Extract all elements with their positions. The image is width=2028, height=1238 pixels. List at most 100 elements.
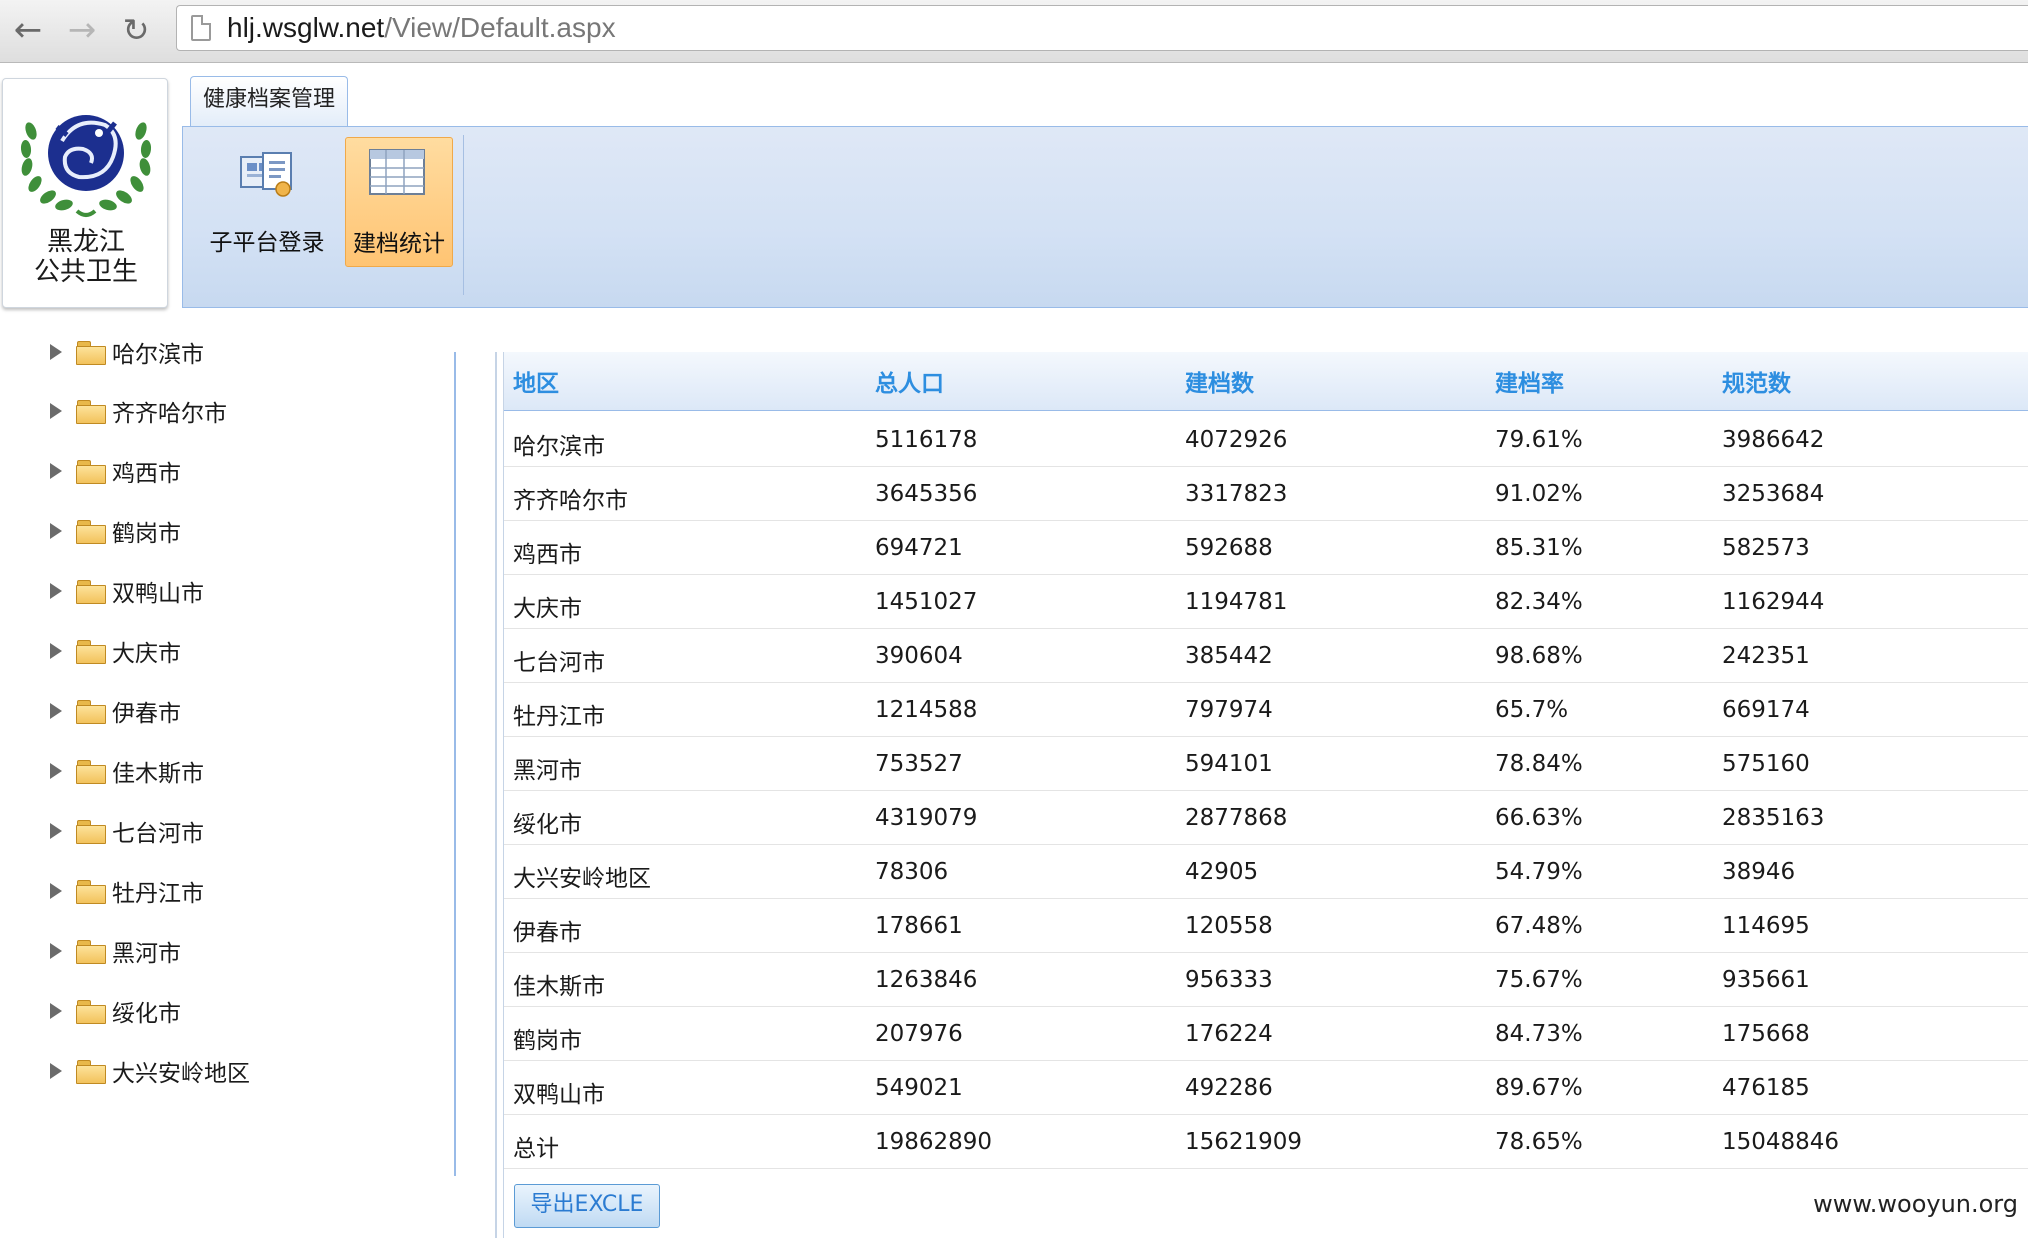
table-row[interactable]: 鹤岗市 207976 176224 84.73% 175668 (504, 1007, 2028, 1061)
cell-standard: 575160 (1722, 751, 1810, 777)
folder-icon (76, 580, 106, 604)
table-row[interactable]: 哈尔滨市 5116178 4072926 79.61% 3986642 (504, 413, 2028, 467)
region-tree: 哈尔滨市 齐齐哈尔市 鸡西市 鹤岗市 双鸭山市 大庆市 伊春市 佳木斯市 七台河 (0, 340, 454, 1180)
tree-item-label: 齐齐哈尔市 (112, 401, 227, 427)
expand-arrow-icon[interactable] (50, 1003, 62, 1019)
tab-label: 健康档案管理 (202, 87, 335, 112)
table-row[interactable]: 大庆市 1451027 1194781 82.34% 1162944 (504, 575, 2028, 629)
cell-standard: 15048846 (1722, 1129, 1840, 1155)
folder-icon (76, 341, 106, 365)
export-excel-button[interactable]: 导出EXCLE (514, 1184, 660, 1228)
expand-arrow-icon[interactable] (50, 823, 62, 839)
folder-icon (76, 400, 106, 424)
table-row[interactable]: 大兴安岭地区 78306 42905 54.79% 38946 (504, 845, 2028, 899)
expand-arrow-icon[interactable] (50, 583, 62, 599)
table-row[interactable]: 伊春市 178661 120558 67.48% 114695 (504, 899, 2028, 953)
cell-rate: 78.84% (1495, 751, 1583, 777)
table-row[interactable]: 鸡西市 694721 592688 85.31% 582573 (504, 521, 2028, 575)
tree-item-label: 佳木斯市 (112, 761, 204, 787)
back-arrow-icon[interactable]: ← (4, 6, 52, 54)
cell-region: 双鸭山市 (513, 1082, 605, 1108)
cell-rate: 54.79% (1495, 859, 1583, 885)
cell-records: 4072926 (1185, 427, 1288, 453)
expand-arrow-icon[interactable] (50, 883, 62, 899)
tree-item[interactable]: 七台河市 (50, 811, 204, 851)
expand-arrow-icon[interactable] (50, 523, 62, 539)
tree-item[interactable]: 佳木斯市 (50, 751, 204, 791)
tree-item[interactable]: 大庆市 (50, 631, 181, 671)
cell-rate: 78.65% (1495, 1129, 1583, 1155)
expand-arrow-icon[interactable] (50, 463, 62, 479)
expand-arrow-icon[interactable] (50, 703, 62, 719)
tree-item[interactable]: 牡丹江市 (50, 871, 204, 911)
cell-rate: 89.67% (1495, 1075, 1583, 1101)
tree-item-label: 大庆市 (112, 641, 181, 667)
cell-population: 178661 (875, 913, 963, 939)
tree-item[interactable]: 齐齐哈尔市 (50, 391, 227, 431)
cell-population: 4319079 (875, 805, 978, 831)
table-row[interactable]: 绥化市 4319079 2877868 66.63% 2835163 (504, 791, 2028, 845)
sub-platform-login-button[interactable]: 子平台登录 (210, 137, 325, 267)
browser-toolbar: ← → ↻ hlj.wsglw.net/View/Default.aspx (0, 0, 2028, 63)
cell-standard: 175668 (1722, 1021, 1810, 1047)
table-row[interactable]: 齐齐哈尔市 3645356 3317823 91.02% 3253684 (504, 467, 2028, 521)
statistics-button[interactable]: 建档统计 (345, 137, 453, 267)
cell-population: 549021 (875, 1075, 963, 1101)
tree-item[interactable]: 鸡西市 (50, 451, 181, 491)
splitter[interactable] (454, 352, 456, 1176)
tree-item-label: 鸡西市 (112, 461, 181, 487)
tree-item[interactable]: 双鸭山市 (50, 571, 204, 611)
expand-arrow-icon[interactable] (50, 1063, 62, 1079)
folder-icon (76, 880, 106, 904)
tree-item-label: 黑河市 (112, 941, 181, 967)
tree-item[interactable]: 伊春市 (50, 691, 181, 731)
column-header-population[interactable]: 总人口 (875, 364, 944, 398)
cell-standard: 935661 (1722, 967, 1810, 993)
forward-arrow-icon[interactable]: → (58, 6, 106, 54)
expand-arrow-icon[interactable] (50, 643, 62, 659)
expand-arrow-icon[interactable] (50, 943, 62, 959)
expand-arrow-icon[interactable] (50, 344, 62, 360)
cell-rate: 75.67% (1495, 967, 1583, 993)
url-text[interactable]: hlj.wsglw.net/View/Default.aspx (227, 12, 616, 44)
expand-arrow-icon[interactable] (50, 763, 62, 779)
tree-item[interactable]: 黑河市 (50, 931, 181, 971)
app-logo[interactable]: 黑龙江 公共卫生 (2, 78, 168, 308)
cell-population: 1451027 (875, 589, 978, 615)
cell-records: 15621909 (1185, 1129, 1303, 1155)
address-bar[interactable]: hlj.wsglw.net/View/Default.aspx (176, 5, 2028, 51)
cell-region: 大庆市 (513, 596, 582, 622)
dragon-emblem-icon (20, 115, 152, 217)
expand-arrow-icon[interactable] (50, 403, 62, 419)
tree-item[interactable]: 绥化市 (50, 991, 181, 1031)
tree-item-label: 伊春市 (112, 701, 181, 727)
reload-icon[interactable]: ↻ (112, 6, 160, 54)
cell-rate: 79.61% (1495, 427, 1583, 453)
cell-rate: 67.48% (1495, 913, 1583, 939)
tree-item[interactable]: 大兴安岭地区 (50, 1051, 250, 1091)
cell-population: 753527 (875, 751, 963, 777)
tab-health-records[interactable]: 健康档案管理 (190, 76, 348, 126)
sub-platform-login-label: 子平台登录 (209, 230, 325, 256)
column-header-region[interactable]: 地区 (513, 364, 559, 398)
statistics-label: 建档统计 (353, 231, 445, 257)
cell-standard: 38946 (1722, 859, 1796, 885)
column-header-records[interactable]: 建档数 (1185, 364, 1254, 398)
grid-border (495, 352, 497, 1238)
tree-item[interactable]: 哈尔滨市 (50, 340, 204, 372)
cell-rate: 66.63% (1495, 805, 1583, 831)
table-row[interactable]: 佳木斯市 1263846 956333 75.67% 935661 (504, 953, 2028, 1007)
table-row-total[interactable]: 总计 19862890 15621909 78.65% 15048846 (504, 1115, 2028, 1169)
cell-region: 总计 (513, 1136, 559, 1162)
folder-icon (76, 520, 106, 544)
cell-records: 42905 (1185, 859, 1259, 885)
table-row[interactable]: 黑河市 753527 594101 78.84% 575160 (504, 737, 2028, 791)
cell-population: 694721 (875, 535, 963, 561)
column-header-rate[interactable]: 建档率 (1495, 364, 1564, 398)
tree-item[interactable]: 鹤岗市 (50, 511, 181, 551)
column-header-standard[interactable]: 规范数 (1722, 364, 1791, 398)
tree-item-label: 七台河市 (112, 821, 204, 847)
table-row[interactable]: 七台河市 390604 385442 98.68% 242351 (504, 629, 2028, 683)
table-row[interactable]: 牡丹江市 1214588 797974 65.7% 669174 (504, 683, 2028, 737)
table-row[interactable]: 双鸭山市 549021 492286 89.67% 476185 (504, 1061, 2028, 1115)
